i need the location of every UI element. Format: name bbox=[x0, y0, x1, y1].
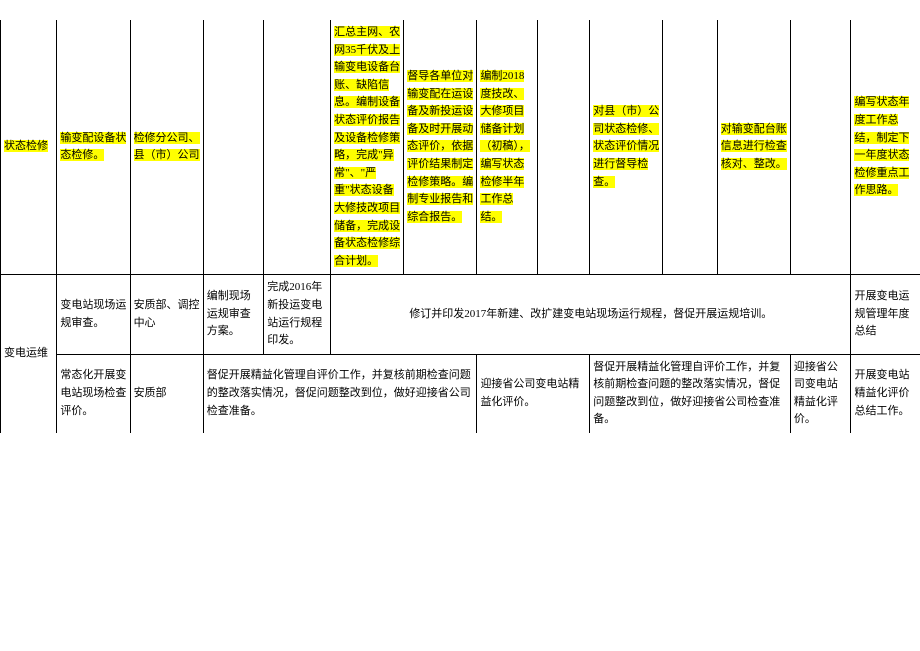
cell-task: 迎接省公司变电站精益化评价。 bbox=[790, 354, 851, 433]
cell-task: 编制现场运规审查方案。 bbox=[203, 275, 264, 354]
cell-dept: 检修分公司、县（市）公司 bbox=[130, 20, 203, 275]
cell-empty bbox=[203, 20, 264, 275]
cell-task: 完成2016年新投运变电站运行规程印发。 bbox=[264, 275, 331, 354]
cell-category: 状态检修 bbox=[1, 20, 57, 275]
cell-empty bbox=[790, 20, 851, 275]
text-hl: 汇总主网、农网35千伏及上输变电设备台账、缺陷信息。编制设备状态评价报告及设备检… bbox=[334, 26, 400, 267]
cell-task-span: 修订并印发2017年新建、改扩建变电站现场运行规程，督促开展运规培训。 bbox=[331, 275, 851, 354]
cell-task: 督导各单位对输变配在运设备及新投运设备及时开展动态评价，依据评价结果制定检修策略… bbox=[404, 20, 477, 275]
text-hl: 输变配设备状态检修。 bbox=[60, 132, 126, 162]
cell-task: 汇总主网、农网35千伏及上输变电设备台账、缺陷信息。编制设备状态评价报告及设备检… bbox=[331, 20, 404, 275]
table-row: 变电运维 变电站现场运规审查。 安质部、调控中心 编制现场运规审查方案。 完成2… bbox=[1, 275, 920, 354]
table-row: 状态检修 输变配设备状态检修。 检修分公司、县（市）公司 汇总主网、农网35千伏… bbox=[1, 20, 920, 275]
cell-empty bbox=[663, 20, 717, 275]
text-hl: 检修分公司、县（市）公司 bbox=[134, 132, 200, 162]
cell-task: 开展变电运规管理年度总结 bbox=[851, 275, 920, 354]
table-row: 常态化开展变电站现场检查评价。 安质部 督促开展精益化管理自评价工作，并复核前期… bbox=[1, 354, 920, 433]
cell-empty bbox=[264, 20, 331, 275]
cell-empty bbox=[538, 20, 590, 275]
cell-task-span: 督促开展精益化管理自评价工作，并复核前期检查问题的整改落实情况，督促问题整改到位… bbox=[203, 354, 477, 433]
cell-task-span: 督促开展精益化管理自评价工作，并复核前期检查问题的整改落实情况，督促问题整改到位… bbox=[590, 354, 791, 433]
cell-task: 常态化开展变电站现场检查评价。 bbox=[57, 354, 130, 433]
text-hl: 对输变配台账信息进行检查核对、整改。 bbox=[721, 123, 787, 170]
text-hl: 状态检修 bbox=[4, 140, 48, 152]
schedule-table: 状态检修 输变配设备状态检修。 检修分公司、县（市）公司 汇总主网、农网35千伏… bbox=[0, 20, 920, 433]
text-hl: 编写状态年度工作总结，制定下一年度状态检修重点工作思路。 bbox=[854, 96, 909, 196]
cell-task: 对输变配台账信息进行检查核对、整改。 bbox=[717, 20, 790, 275]
text-hl: 编制2018度技改、大修项目储备计划（初稿），编写状态检修半年工作总结。 bbox=[480, 70, 530, 223]
cell-task: 编写状态年度工作总结，制定下一年度状态检修重点工作思路。 bbox=[851, 20, 920, 275]
cell-category: 变电运维 bbox=[1, 275, 57, 433]
cell-task: 编制2018度技改、大修项目储备计划（初稿），编写状态检修半年工作总结。 bbox=[477, 20, 538, 275]
cell-dept: 安质部、调控中心 bbox=[130, 275, 203, 354]
cell-dept: 安质部 bbox=[130, 354, 203, 433]
cell-task: 开展变电站精益化评价总结工作。 bbox=[851, 354, 920, 433]
text-hl: 对县（市）公司状态检修、状态评价情况进行督导检查。 bbox=[593, 105, 659, 187]
cell-task: 输变配设备状态检修。 bbox=[57, 20, 130, 275]
text-hl: 督导各单位对输变配在运设备及新投运设备及时开展动态评价，依据评价结果制定检修策略… bbox=[407, 70, 473, 223]
cell-task: 对县（市）公司状态检修、状态评价情况进行督导检查。 bbox=[590, 20, 663, 275]
cell-task: 变电站现场运规审查。 bbox=[57, 275, 130, 354]
cell-task-span: 迎接省公司变电站精益化评价。 bbox=[477, 354, 590, 433]
